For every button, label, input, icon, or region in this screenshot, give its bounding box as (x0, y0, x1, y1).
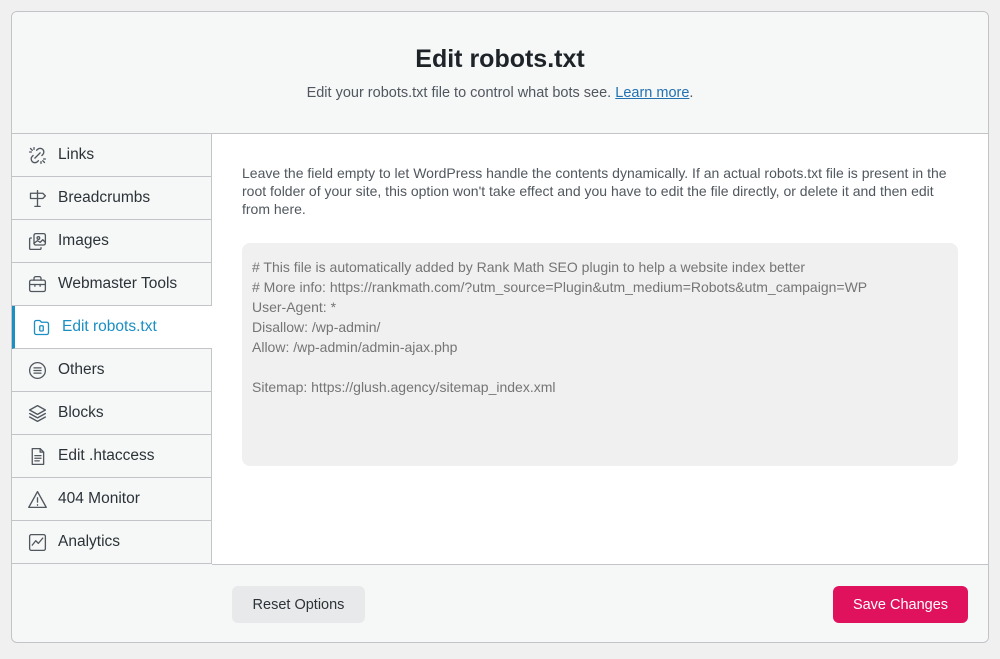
page-title: Edit robots.txt (415, 45, 585, 73)
settings-panel: Edit robots.txt Edit your robots.txt fil… (11, 11, 989, 643)
sidebar-item-webmaster-tools[interactable]: Webmaster Tools (12, 263, 211, 306)
list-circle-icon (26, 359, 48, 381)
footer-bar: Reset Options Save Changes (212, 564, 988, 642)
sidebar: Links Breadcrumbs Images Webmaster Tools… (12, 134, 212, 564)
sidebar-item-images[interactable]: Images (12, 220, 211, 263)
save-changes-button[interactable]: Save Changes (833, 586, 968, 623)
blocks-icon (26, 402, 48, 424)
robots-file-icon (30, 316, 52, 338)
robots-description: Leave the field empty to let WordPress h… (242, 165, 947, 217)
sidebar-item-label: 404 Monitor (58, 490, 140, 507)
sidebar-item-404-monitor[interactable]: 404 Monitor (12, 478, 211, 521)
document-icon (26, 445, 48, 467)
sidebar-item-blocks[interactable]: Blocks (12, 392, 211, 435)
sidebar-item-label: Others (58, 361, 105, 378)
sidebar-item-label: Edit robots.txt (62, 318, 157, 335)
sidebar-item-breadcrumbs[interactable]: Breadcrumbs (12, 177, 211, 220)
page-subtitle: Edit your robots.txt file to control wha… (12, 85, 988, 101)
subtitle-end: . (689, 85, 694, 101)
sidebar-item-label: Links (58, 146, 95, 163)
links-icon (26, 144, 48, 166)
signpost-icon (26, 187, 48, 209)
sidebar-item-others[interactable]: Others (12, 349, 211, 392)
learn-more-link[interactable]: Learn more (615, 85, 689, 101)
sidebar-item-label: Breadcrumbs (58, 189, 151, 206)
images-icon (26, 230, 48, 252)
sidebar-item-edit-htaccess[interactable]: Edit .htaccess (12, 435, 211, 478)
sidebar-item-label: Analytics (58, 533, 121, 550)
subtitle-text: Edit your robots.txt file to control wha… (306, 85, 612, 101)
sidebar-item-label: Images (58, 232, 109, 249)
sidebar-item-label: Webmaster Tools (58, 275, 178, 292)
sidebar-item-analytics[interactable]: Analytics (12, 521, 211, 564)
reset-options-button[interactable]: Reset Options (232, 586, 365, 623)
sidebar-item-edit-robots[interactable]: Edit robots.txt (12, 306, 212, 349)
robots-txt-editor[interactable] (242, 243, 958, 466)
sidebar-item-label: Edit .htaccess (58, 447, 155, 464)
page-header: Edit robots.txt Edit your robots.txt fil… (12, 12, 988, 134)
sidebar-item-links[interactable]: Links (12, 134, 211, 177)
sidebar-item-label: Blocks (58, 404, 104, 421)
warning-icon (26, 488, 48, 510)
analytics-icon (26, 531, 48, 553)
toolbox-icon (26, 273, 48, 295)
main-content: Leave the field empty to let WordPress h… (212, 134, 988, 564)
